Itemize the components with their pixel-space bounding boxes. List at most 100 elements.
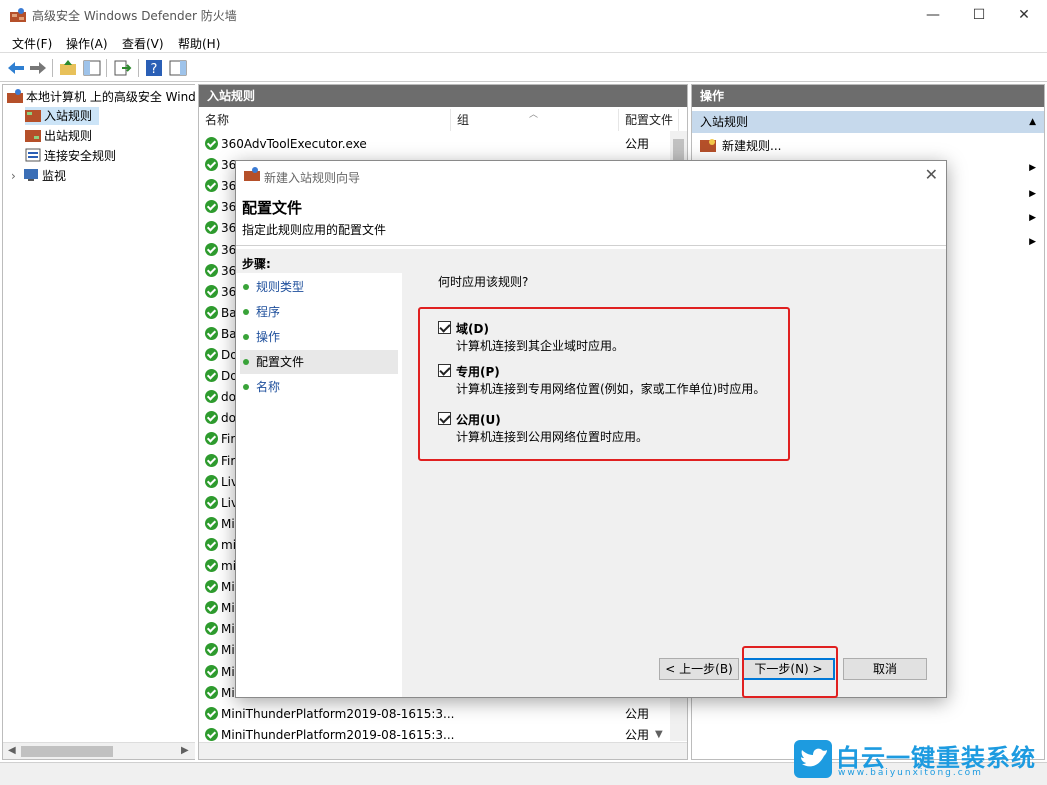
new-rule-icon [700,139,716,152]
rule-name: Mi [221,664,235,679]
forward-arrow-icon[interactable] [28,58,48,78]
enabled-check-icon [205,242,218,256]
column-profile[interactable]: 配置文件 [619,109,679,131]
new-inbound-rule-wizard: 新建入站规则向导 ✕ 配置文件 指定此规则应用的配置文件 步骤: 规则类型 程序… [235,160,947,698]
chevron-right-icon[interactable]: › [11,169,23,183]
dialog-heading: 配置文件 [242,199,303,217]
rule-name: do [221,390,236,405]
enabled-check-icon [205,432,218,446]
help-icon[interactable]: ? [144,58,164,78]
scroll-right-icon[interactable]: ▶ [181,745,189,756]
scrollbar-thumb[interactable] [21,746,113,757]
bird-logo-icon [794,740,832,778]
submenu-arrow-icon[interactable]: ▶ [1029,189,1036,199]
wizard-content: 何时应用该规则? 域(D) 计算机连接到其企业域时应用。 专用(P) 计算机连接… [402,249,946,698]
rule-name: mi [221,537,237,552]
steps-title: 步骤: [242,257,271,271]
enabled-check-icon [205,580,218,594]
close-icon[interactable]: ✕ [925,165,938,184]
back-button[interactable]: < 上一步(B) [659,658,739,680]
rule-name: Fir [221,432,236,447]
enabled-check-icon [205,727,218,741]
submenu-arrow-icon[interactable]: ▶ [1029,213,1036,223]
rule-name: Mi [221,601,235,616]
rule-name: do [221,411,236,426]
question-text: 何时应用该规则? [438,275,529,289]
scroll-left-icon[interactable]: ◀ [8,745,16,756]
console-tree: 本地计算机 上的高级安全 Windo 入站规则 出站规则 连接安全规则 › 监视 … [2,84,195,760]
menu-help[interactable]: 帮助(H) [178,35,220,52]
rule-name: MiniThunderPlatform2019-08-1615:3... [221,706,455,721]
rule-name: MiniThunderPlatform2019-08-1615:3... [221,727,455,742]
menu-file[interactable]: 文件(F) [12,35,52,52]
submenu-arrow-icon[interactable]: ▶ [1029,163,1036,173]
collapse-up-icon[interactable]: ▲ [1029,111,1036,133]
rule-name: 360AdvToolExecutor.exe [221,137,367,151]
monitor-icon [24,169,38,181]
rule-name: Mi [221,643,235,658]
tree-item-outbound-rules[interactable]: 出站规则 [25,127,92,145]
submenu-arrow-icon[interactable]: ▶ [1029,237,1036,247]
step-name[interactable]: 名称 [240,375,398,399]
tree-item-monitoring[interactable]: › 监视 [11,167,66,185]
watermark: 白云一键重装系统 www.baiyunxitong.com [790,738,1040,782]
step-profile[interactable]: 配置文件 [240,350,398,374]
rule-name: 36 [221,242,237,257]
rules-horizontal-scrollbar[interactable]: ▼ [199,729,687,759]
tree-item-connection-security[interactable]: 连接安全规则 [25,147,116,165]
svg-text:?: ? [151,62,158,77]
enabled-check-icon [205,516,218,530]
enabled-check-icon [205,601,218,615]
column-name[interactable]: 名称 [199,109,451,131]
rule-profile: 公用 [625,137,650,151]
firewall-icon [7,89,23,103]
scroll-down-icon[interactable]: ▼ [655,729,663,740]
actions-section-inbound[interactable]: 入站规则 ▲ [692,111,1044,133]
wizard-steps: 步骤: 规则类型 程序 操作 配置文件 名称 [236,249,402,697]
firewall-icon [10,8,26,22]
dialog-subheading: 指定此规则应用的配置文件 [242,223,387,237]
table-row[interactable]: 360AdvToolExecutor.exe 公用 [205,134,675,155]
tree-root[interactable]: 本地计算机 上的高级安全 Windo [7,88,195,106]
new-rule-action[interactable]: 新建规则... [700,137,781,154]
sort-ascending-icon: ︿ [529,110,539,120]
enabled-check-icon [205,200,218,214]
title-bar: 高级安全 Windows Defender 防火墙 — ☐ ✕ [0,0,1047,30]
step-program[interactable]: 程序 [240,300,398,324]
show-hide-tree-icon[interactable] [82,58,102,78]
step-action[interactable]: 操作 [240,325,398,349]
maximize-button[interactable]: ☐ [956,0,1002,30]
tree-item-inbound-rules[interactable]: 入站规则 [25,107,99,125]
rule-name: 36 [221,158,237,173]
step-rule-type[interactable]: 规则类型 [240,275,398,299]
minimize-button[interactable]: — [910,0,956,30]
table-row[interactable]: MiniThunderPlatform2019-08-1615:3... 公用 [205,704,675,725]
back-arrow-icon[interactable] [6,58,26,78]
enabled-check-icon [205,369,218,383]
rule-profile: 公用 [625,706,650,721]
enabled-check-icon [205,664,218,678]
enabled-check-icon [205,263,218,277]
enabled-check-icon [205,685,218,699]
show-hide-action-pane-icon[interactable] [168,58,188,78]
menu-bar: 文件(F) 操作(A) 查看(V) 帮助(H) [0,31,1047,53]
up-folder-icon[interactable] [58,58,78,78]
enabled-check-icon [205,137,218,150]
enabled-check-icon [205,390,218,404]
rule-name: Mi [221,580,235,595]
menu-action[interactable]: 操作(A) [66,35,108,52]
enabled-check-icon [205,326,218,340]
menu-view[interactable]: 查看(V) [122,35,164,52]
enabled-check-icon [205,622,218,636]
tree-horizontal-scrollbar[interactable]: ◀ ▶ [3,742,195,759]
rule-name: Mi [221,622,235,637]
close-button[interactable]: ✕ [1001,0,1047,30]
rule-name: Mi [221,685,235,700]
rule-name: Fir [221,453,236,468]
cancel-button[interactable]: 取消 [843,658,927,680]
export-list-icon[interactable] [112,58,132,78]
actions-header: 操作 [692,85,1044,107]
rule-name: 36 [221,263,237,278]
dialog-title: 新建入站规则向导 [264,171,361,185]
enabled-check-icon [205,474,218,488]
